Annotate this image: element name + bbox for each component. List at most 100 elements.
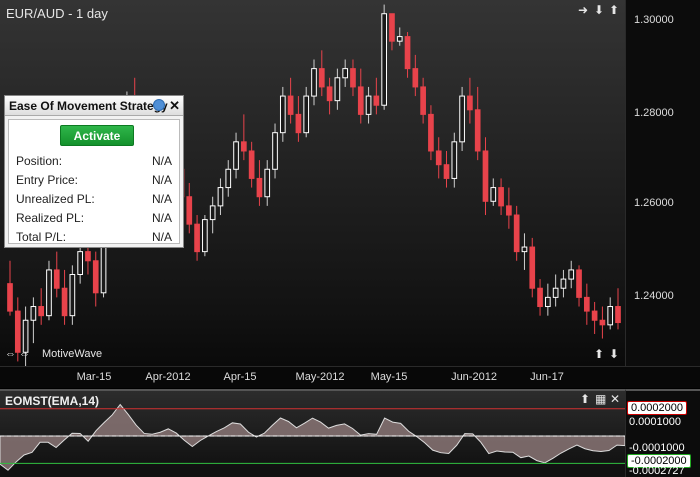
candle-body <box>506 205 512 216</box>
candle-body <box>583 296 590 312</box>
realized-pl-row: Realized PL: N/A <box>16 211 172 225</box>
settings-icon[interactable]: ▦ <box>595 393 606 405</box>
candle-body <box>459 95 465 143</box>
indicator-axis[interactable]: 0.0002000 0.0001000 -0.0001000 -0.000200… <box>625 389 700 477</box>
close-icon[interactable]: ✕ <box>169 98 180 114</box>
arrow-down-icon[interactable]: ⬇ <box>594 4 604 16</box>
candle-body <box>545 296 551 308</box>
price-tick: 1.26000 <box>634 197 674 209</box>
position-row: Position: N/A <box>16 154 172 168</box>
arrow-up-icon[interactable]: ⬆ <box>580 393 590 405</box>
date-tick: Jun-17 <box>530 371 564 383</box>
candle-body <box>225 168 232 189</box>
date-tick: Apr-15 <box>223 371 257 383</box>
candle-body <box>389 13 395 42</box>
candle-body <box>85 251 91 262</box>
candle-body <box>537 287 543 308</box>
price-axis[interactable]: 1.30000 1.28000 1.26000 1.24000 <box>625 0 700 366</box>
date-tick: Mar-15 <box>76 371 112 383</box>
candle-body <box>420 86 426 115</box>
candle-body <box>326 86 333 102</box>
candle-body <box>14 310 21 353</box>
eom-area <box>0 403 626 471</box>
candle-body <box>576 269 582 298</box>
pan-arrows-icon[interactable]: ⇔ ⇔ <box>5 348 30 360</box>
candle-body <box>404 36 411 70</box>
candle-body <box>373 95 380 106</box>
candle-body <box>428 113 434 152</box>
candle-body <box>92 260 99 294</box>
price-tick: 1.28000 <box>634 107 674 119</box>
candle-body <box>30 306 37 321</box>
candle-body <box>248 150 255 179</box>
candle-body <box>513 214 520 253</box>
strategy-panel[interactable]: Ease Of Movement Strategy ✕ Activate Pos… <box>4 95 184 248</box>
candle-body <box>451 141 458 179</box>
arrow-up-icon[interactable]: ⬆ <box>609 4 619 16</box>
candle-body <box>295 113 302 134</box>
candle-body <box>318 68 325 88</box>
candle-body <box>350 68 356 88</box>
arrow-down-icon[interactable]: ⬇ <box>609 348 619 360</box>
candle-body <box>279 95 286 134</box>
candle-body <box>474 109 481 152</box>
candle-body <box>264 168 271 198</box>
strategy-panel-header[interactable]: Ease Of Movement Strategy ✕ <box>5 96 183 116</box>
settings-icon[interactable] <box>153 99 165 111</box>
date-axis[interactable]: Mar-15 Apr-2012 Apr-15 May-2012 May-15 J… <box>0 366 700 388</box>
candle-body <box>233 141 239 170</box>
candle-body <box>560 278 567 289</box>
indicator-tick: -0.0001000 <box>629 442 685 454</box>
close-icon[interactable]: ✕ <box>610 393 620 405</box>
candle-body <box>529 246 536 289</box>
candle-body <box>69 274 76 317</box>
candle-body <box>498 187 504 207</box>
candle-body <box>615 306 621 324</box>
candle-body <box>599 319 606 326</box>
candle-body <box>303 95 310 134</box>
candle-body <box>202 219 208 253</box>
chart-title: EUR/AUD - 1 day <box>6 6 108 21</box>
candle-body <box>435 150 442 166</box>
candle-body <box>365 95 372 115</box>
price-tick: 1.30000 <box>634 14 674 26</box>
candle-body <box>357 86 364 115</box>
candle-body <box>241 141 247 152</box>
candle-body <box>217 187 224 207</box>
scroll-left-icon[interactable]: ➜ <box>578 4 588 16</box>
activate-button[interactable]: Activate <box>60 125 134 146</box>
candle-body <box>396 36 403 42</box>
upper-level-label: 0.0002000 <box>627 401 687 415</box>
candle-body <box>381 13 387 106</box>
candle-body <box>272 132 278 170</box>
candle-body <box>412 68 419 88</box>
indicator-pane[interactable]: EOMST(EMA,14) ⬆ ▦ ✕ <box>0 389 626 477</box>
candle-body <box>443 164 450 179</box>
current-value-label: -0.0002727 <box>629 465 685 477</box>
candle-body <box>38 306 45 317</box>
entry-price-row: Entry Price: N/A <box>16 173 172 187</box>
candle-body <box>186 196 193 225</box>
price-tick: 1.24000 <box>634 290 674 302</box>
candle-body <box>53 269 60 289</box>
candle-body <box>342 68 349 79</box>
strategy-title: Ease Of Movement Strategy <box>9 99 168 113</box>
candle-body <box>552 287 559 298</box>
candle-body <box>591 310 598 321</box>
candle-body <box>46 269 52 317</box>
candle-body <box>568 269 575 280</box>
candle-body <box>467 95 473 111</box>
date-tick: Apr-2012 <box>145 371 191 383</box>
date-tick: May-15 <box>370 371 408 383</box>
unrealized-pl-row: Unrealized PL: N/A <box>16 192 172 206</box>
arrow-up-icon[interactable]: ⬆ <box>594 348 604 360</box>
candle-body <box>256 177 263 198</box>
total-pl-row: Total P/L: N/A <box>16 230 172 244</box>
candle-body <box>209 205 216 221</box>
strategy-body: Activate Position: N/A Entry Price: N/A Un… <box>8 119 180 244</box>
date-tick: Jun-2012 <box>451 371 497 383</box>
price-chart-pane[interactable]: EUR/AUD - 1 day ➜ ⬇ ⬆ ⬆ ⬇ ⇔ ⇔ MotiveWave… <box>0 0 625 366</box>
candle-body <box>77 251 83 275</box>
candle-body <box>287 95 294 115</box>
candle-body <box>311 68 317 97</box>
